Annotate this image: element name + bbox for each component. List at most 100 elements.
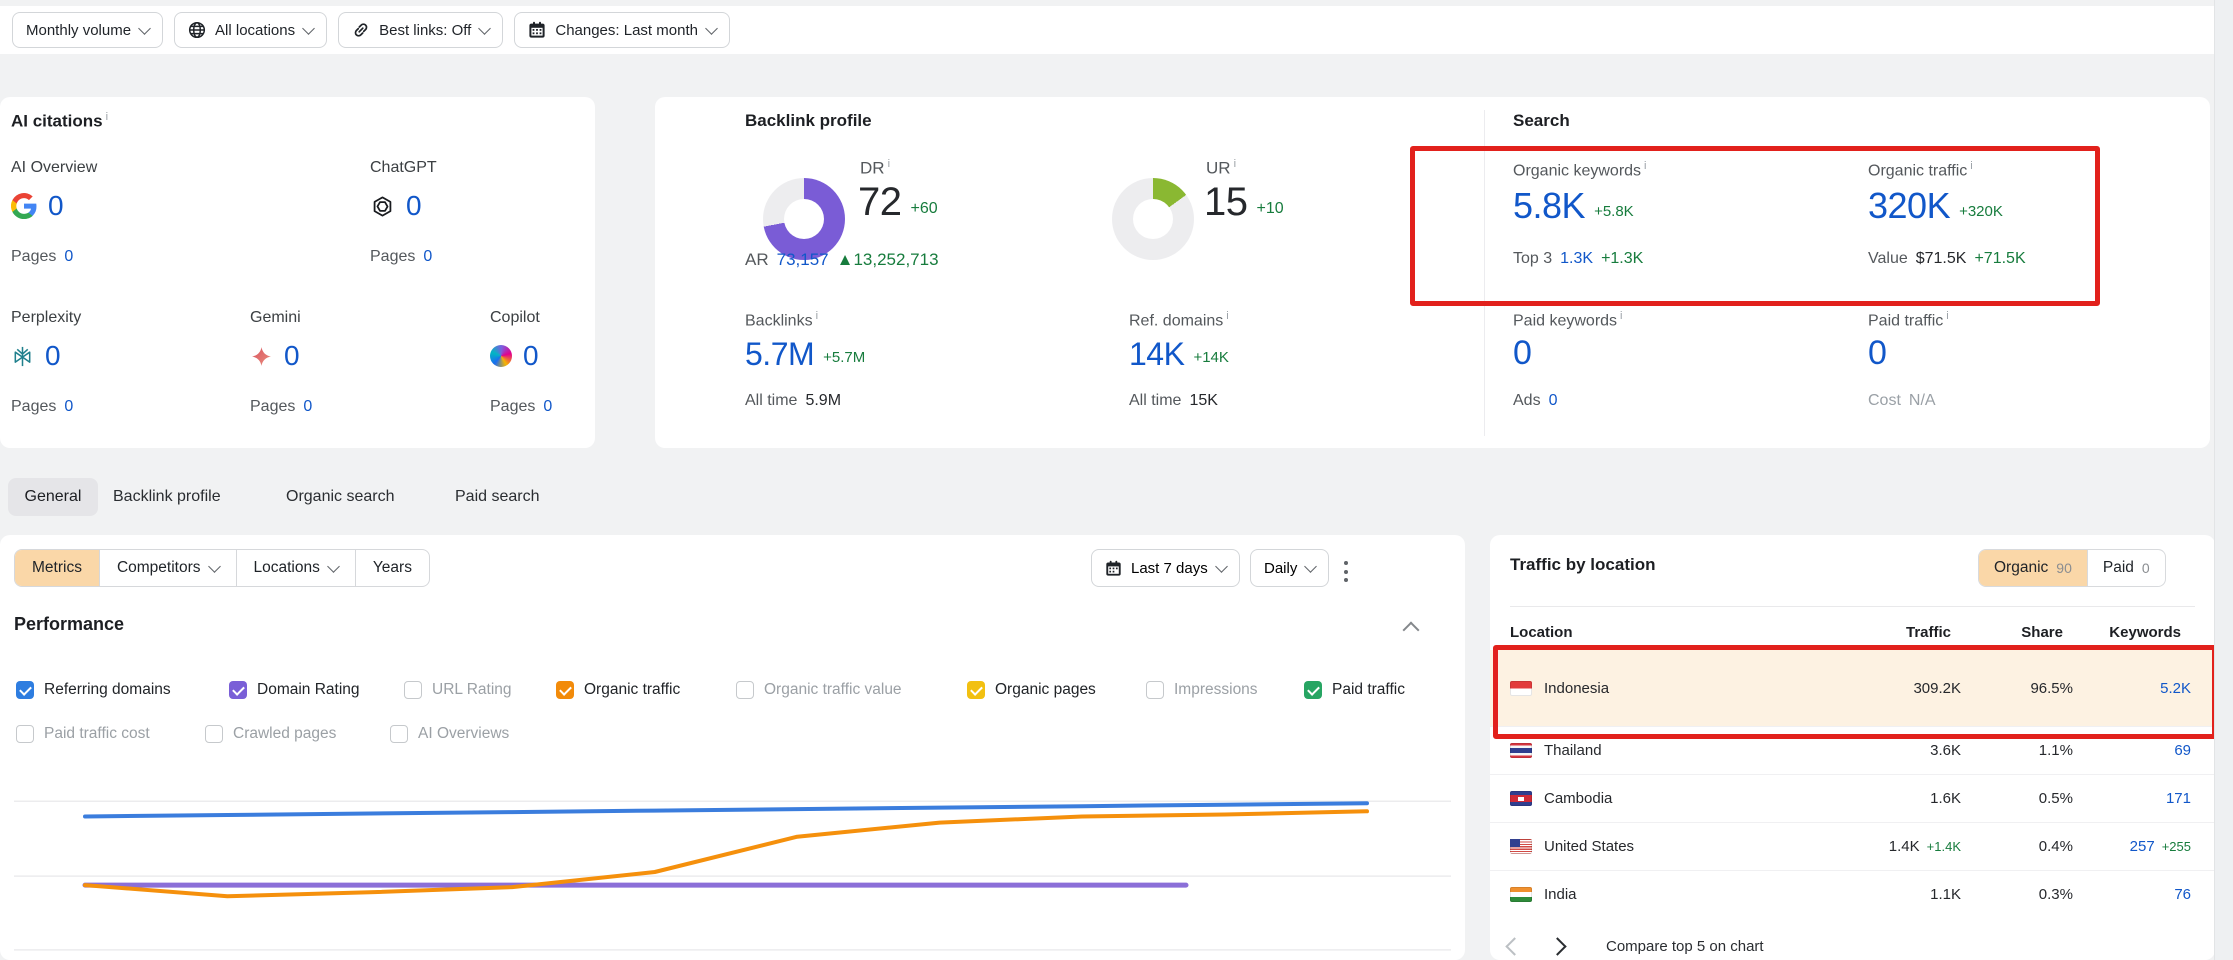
checkbox-box bbox=[1304, 681, 1322, 699]
ai-citations-card: AI citationsi AI Overview 0 Pages0 ChatG… bbox=[0, 97, 595, 448]
info-icon[interactable]: i bbox=[106, 111, 108, 123]
info-icon[interactable]: i bbox=[1226, 310, 1228, 322]
checkbox-crawled-pages[interactable]: Crawled pages bbox=[205, 723, 336, 745]
column-traffic[interactable]: Traffic bbox=[1781, 624, 1951, 641]
performance-chart[interactable] bbox=[0, 776, 1465, 960]
paid-keywords-subrow: Ads 0 bbox=[1513, 392, 1557, 410]
chevron-down-icon bbox=[327, 560, 340, 573]
ar-delta: ▲13,252,713 bbox=[837, 250, 939, 270]
info-icon[interactable]: i bbox=[888, 158, 890, 170]
monthly-volume-dropdown[interactable]: Monthly volume bbox=[12, 12, 163, 48]
changes-dropdown[interactable]: Changes: Last month bbox=[514, 12, 730, 48]
checkbox-referring-domains[interactable]: Referring domains bbox=[16, 679, 171, 701]
tab-paid-search[interactable]: Paid search bbox=[455, 478, 540, 516]
checkbox-url-rating[interactable]: URL Rating bbox=[404, 679, 512, 701]
engine-value-chatgpt: 0 bbox=[370, 192, 422, 220]
backlink-profile-title: Backlink profile bbox=[745, 111, 872, 131]
card-section-divider bbox=[1484, 110, 1485, 436]
performance-title: Performance bbox=[14, 614, 124, 635]
toggle-paid[interactable]: Paid0 bbox=[2087, 550, 2165, 586]
info-icon[interactable]: i bbox=[1970, 160, 1972, 172]
top3-value-link[interactable]: 1.3K bbox=[1560, 250, 1593, 268]
checkbox-organic-pages[interactable]: Organic pages bbox=[967, 679, 1096, 701]
info-icon[interactable]: i bbox=[1644, 160, 1646, 172]
table-row-united-states[interactable]: United States 1.4K+1.4K 0.4% 257+255 bbox=[1490, 822, 2215, 870]
segment-years[interactable]: Years bbox=[355, 550, 429, 586]
dr-delta: +60 bbox=[911, 200, 938, 218]
gemini-icon bbox=[250, 345, 273, 368]
table-row-indonesia[interactable]: Indonesia 309.2K 96.5% 5.2K bbox=[1490, 650, 2215, 726]
table-row-thailand[interactable]: Thailand 3.6K 1.1% 69 bbox=[1490, 726, 2215, 774]
checkbox-organic-traffic-value[interactable]: Organic traffic value bbox=[736, 679, 902, 701]
kebab-menu-icon[interactable] bbox=[1340, 555, 1352, 588]
best-links-dropdown[interactable]: Best links: Off bbox=[338, 12, 503, 48]
prev-page-icon[interactable] bbox=[1505, 937, 1523, 955]
segment-locations[interactable]: Locations bbox=[236, 550, 355, 586]
engine-pages-copilot: Pages0 bbox=[490, 398, 552, 416]
organic-keywords-delta: +5.8K bbox=[1594, 203, 1634, 220]
granularity-dropdown[interactable]: Daily bbox=[1250, 549, 1329, 587]
chevron-down-icon bbox=[1304, 560, 1317, 573]
info-icon[interactable]: i bbox=[1946, 310, 1948, 322]
column-location[interactable]: Location bbox=[1510, 624, 1781, 641]
info-icon[interactable]: i bbox=[1620, 310, 1622, 322]
next-page-icon[interactable] bbox=[1548, 937, 1566, 955]
all-locations-dropdown[interactable]: All locations bbox=[174, 12, 327, 48]
india-flag-icon bbox=[1510, 887, 1532, 902]
organic-paid-toggle: Organic90 Paid0 bbox=[1978, 549, 2166, 587]
divider bbox=[1510, 606, 2195, 607]
toggle-organic[interactable]: Organic90 bbox=[1979, 550, 2087, 586]
globe-icon bbox=[188, 21, 206, 39]
segment-metrics[interactable]: Metrics bbox=[15, 550, 99, 586]
segment-competitors[interactable]: Competitors bbox=[99, 550, 236, 586]
top-toolbar: Monthly volume All locations Best links:… bbox=[0, 6, 2215, 54]
table-row-india[interactable]: India 1.1K 0.3% 76 bbox=[1490, 870, 2215, 918]
traffic-by-location-panel: Traffic by location Organic90 Paid0 Loca… bbox=[1490, 535, 2215, 960]
compare-top5-label: Compare top 5 on chart bbox=[1606, 938, 1764, 955]
column-share[interactable]: Share bbox=[1951, 624, 2063, 641]
calendar-icon bbox=[528, 21, 546, 39]
info-icon[interactable]: i bbox=[1234, 158, 1236, 170]
ref-domains-label: Ref. domainsi bbox=[1129, 310, 1229, 330]
engine-name-perplexity: Perplexity bbox=[11, 309, 81, 327]
checkbox-box bbox=[556, 681, 574, 699]
tab-backlink-profile[interactable]: Backlink profile bbox=[113, 478, 221, 516]
tab-organic-search[interactable]: Organic search bbox=[286, 478, 395, 516]
keywords-link[interactable]: 171 bbox=[2166, 790, 2191, 807]
info-icon[interactable]: i bbox=[816, 310, 818, 322]
chevron-down-icon bbox=[705, 22, 718, 35]
keywords-link[interactable]: 257 bbox=[2130, 838, 2155, 855]
checkbox-impressions[interactable]: Impressions bbox=[1146, 679, 1258, 701]
checkbox-organic-traffic[interactable]: Organic traffic bbox=[556, 679, 680, 701]
checkbox-ai-overviews[interactable]: AI Overviews bbox=[390, 723, 509, 745]
chevron-down-icon bbox=[1215, 560, 1228, 573]
indonesia-flag-icon bbox=[1510, 681, 1532, 696]
organic-keywords-label: Organic keywordsi bbox=[1513, 160, 1647, 180]
column-keywords[interactable]: Keywords bbox=[2063, 624, 2181, 641]
search-title: Search bbox=[1513, 111, 1570, 131]
chevron-down-icon bbox=[138, 22, 151, 35]
keywords-link[interactable]: 76 bbox=[2174, 886, 2191, 903]
performance-panel: Metrics Competitors Locations Years Last… bbox=[0, 535, 1465, 960]
tab-general[interactable]: General bbox=[8, 478, 98, 516]
table-row-cambodia[interactable]: Cambodia 1.6K 0.5% 171 bbox=[1490, 774, 2215, 822]
engine-pages-gemini: Pages0 bbox=[250, 398, 312, 416]
checkbox-paid-traffic[interactable]: Paid traffic bbox=[1304, 679, 1405, 701]
united-states-flag-icon bbox=[1510, 839, 1532, 854]
collapse-section-icon[interactable] bbox=[1403, 622, 1420, 639]
ur-donut-chart bbox=[1112, 178, 1194, 260]
checkbox-paid-traffic-cost[interactable]: Paid traffic cost bbox=[16, 723, 150, 745]
dr-label: DRi bbox=[860, 158, 890, 179]
checkbox-domain-rating[interactable]: Domain Rating bbox=[229, 679, 360, 701]
checkbox-box bbox=[390, 725, 408, 743]
ai-citations-title: AI citationsi bbox=[11, 111, 108, 132]
ar-row: AR 73,157 ▲13,252,713 bbox=[745, 250, 939, 270]
ar-value-link[interactable]: 73,157 bbox=[777, 250, 829, 270]
organic-traffic-label: Organic traffici bbox=[1868, 160, 1973, 180]
date-range-dropdown[interactable]: Last 7 days bbox=[1091, 549, 1240, 587]
engine-name-chatgpt: ChatGPT bbox=[370, 159, 437, 177]
engine-name-copilot: Copilot bbox=[490, 309, 540, 327]
keywords-link[interactable]: 69 bbox=[2174, 742, 2191, 759]
keywords-link[interactable]: 5.2K bbox=[2160, 680, 2191, 697]
scrollbar-track[interactable] bbox=[2214, 0, 2233, 960]
